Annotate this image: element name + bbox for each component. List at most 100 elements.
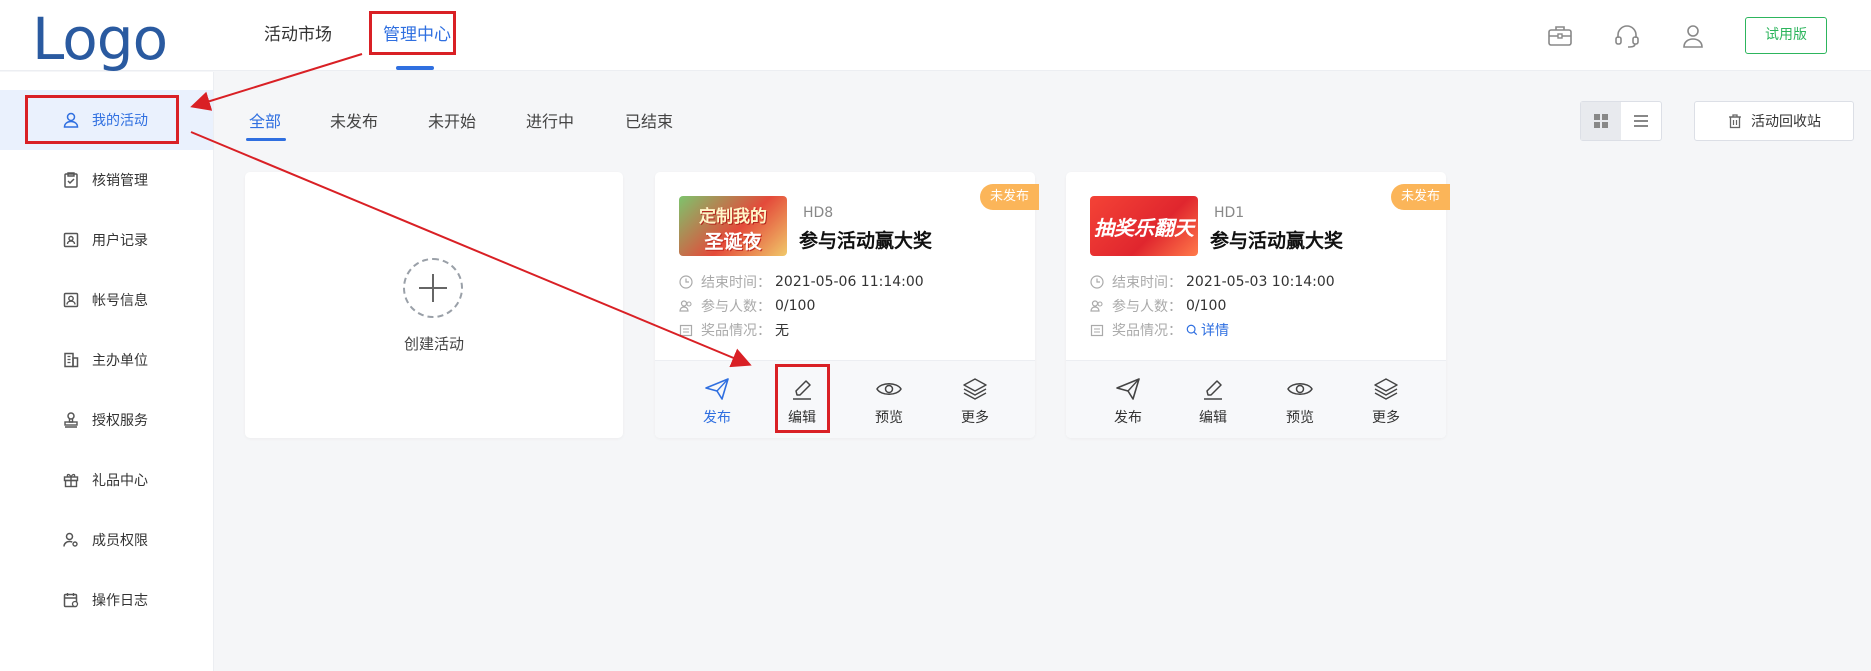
grid-view-button[interactable] (1581, 102, 1621, 140)
more-label: 更多 (1372, 410, 1400, 426)
preview-label: 预览 (875, 410, 903, 426)
sidebar-item-organizer[interactable]: 主办单位 (0, 330, 213, 390)
prize-details-label: 详情 (1201, 323, 1229, 339)
users-icon (679, 300, 692, 312)
paper-plane-icon (705, 378, 729, 400)
logo[interactable]: Logo (32, 4, 168, 74)
activity-card: 未发布 抽奖乐翻天 HD1 参与活动赢大奖 结束时间： 2021-05-03 1… (1066, 172, 1450, 438)
tab-in-progress[interactable]: 进行中 (526, 111, 574, 133)
id-card-icon (63, 292, 79, 308)
create-activity-card[interactable]: 创建活动 (245, 172, 623, 438)
activity-recycle-bin-button[interactable]: 活动回收站 (1694, 101, 1854, 141)
prize-label: 奖品情况： (1112, 323, 1182, 339)
participants-row: 参与人数： 0/100 (679, 296, 815, 316)
prize-row: 奖品情况： 详情 (1090, 320, 1229, 340)
headset-icon[interactable] (1613, 22, 1641, 50)
participants-value: 0/100 (1186, 298, 1227, 314)
card-actions: 发布 编辑 预览 更多 (655, 360, 1035, 438)
preview-button[interactable]: 预览 (859, 377, 919, 427)
sidebar-item-authorization[interactable]: 授权服务 (0, 390, 213, 450)
annotation-box-my-activities (25, 95, 179, 144)
end-time-label: 结束时间： (701, 275, 771, 291)
more-button[interactable]: 更多 (1356, 377, 1416, 427)
nav-activity-market[interactable]: 活动市场 (264, 24, 332, 46)
end-time-value: 2021-05-03 10:14:00 (1186, 274, 1335, 290)
annotation-box-management (369, 11, 456, 55)
prize-row: 奖品情况： 无 (679, 320, 789, 340)
user-gear-icon (63, 532, 78, 547)
activity-id: HD8 (803, 205, 834, 221)
users-icon (1090, 300, 1103, 312)
stamp-icon (64, 412, 78, 428)
briefcase-icon[interactable] (1546, 22, 1574, 50)
sidebar-item-account-info[interactable]: 帐号信息 (0, 270, 213, 330)
sidebar-item-member-permissions[interactable]: 成员权限 (0, 510, 213, 570)
sidebar-item-operation-log[interactable]: 操作日志 (0, 570, 213, 630)
tab-all[interactable]: 全部 (249, 111, 281, 133)
trial-version-button[interactable]: 试用版 (1745, 17, 1827, 54)
preview-button[interactable]: 预览 (1270, 377, 1330, 427)
activity-thumbnail[interactable]: 抽奖乐翻天 (1090, 196, 1198, 256)
prize-icon (679, 324, 693, 337)
top-header: Logo 活动市场 管理中心 试用版 (0, 0, 1871, 74)
user-account-icon[interactable] (1679, 22, 1707, 50)
tab-not-started[interactable]: 未开始 (428, 111, 476, 133)
grid-icon (1594, 114, 1608, 128)
nav-active-indicator (396, 66, 434, 70)
prize-value: 无 (775, 323, 789, 339)
tab-ended[interactable]: 已结束 (625, 111, 673, 133)
sidebar-item-label: 用户记录 (92, 233, 148, 249)
preview-label: 预览 (1286, 410, 1314, 426)
activity-title: 参与活动赢大奖 (799, 230, 933, 252)
list-view-button[interactable] (1621, 102, 1661, 140)
end-time-row: 结束时间： 2021-05-03 10:14:00 (1090, 272, 1335, 292)
end-time-value: 2021-05-06 11:14:00 (775, 274, 924, 290)
sidebar-item-user-records[interactable]: 用户记录 (0, 210, 213, 270)
thumbnail-line1: 抽奖乐翻天 (1094, 216, 1194, 240)
tab-unpublished[interactable]: 未发布 (330, 111, 378, 133)
activity-title: 参与活动赢大奖 (1210, 230, 1344, 252)
end-time-row: 结束时间： 2021-05-06 11:14:00 (679, 272, 924, 292)
layers-icon (963, 378, 987, 400)
view-toggle (1580, 101, 1662, 141)
user-card-icon (63, 232, 79, 248)
sidebar-item-label: 授权服务 (92, 413, 148, 429)
sidebar-item-gift-center[interactable]: 礼品中心 (0, 450, 213, 510)
eye-icon (876, 383, 902, 395)
sidebar-item-verification[interactable]: 核销管理 (0, 150, 213, 210)
annotation-box-edit (775, 364, 830, 433)
sidebar-item-label: 成员权限 (92, 533, 148, 549)
sidebar: 我的活动 核销管理 用户记录 帐号信息 主办单位 授权服务 礼品中心 成员权限 … (0, 72, 214, 671)
thumbnail-line1: 定制我的 (699, 207, 767, 227)
activity-thumbnail[interactable]: 定制我的 圣诞夜 (679, 196, 787, 256)
participants-value: 0/100 (775, 298, 816, 314)
clock-icon (679, 275, 693, 289)
gift-icon (63, 473, 79, 488)
list-icon (1634, 115, 1648, 127)
participants-row: 参与人数： 0/100 (1090, 296, 1226, 316)
publish-label: 发布 (1114, 410, 1142, 426)
edit-label: 编辑 (1199, 410, 1227, 426)
status-badge: 未发布 (1390, 184, 1450, 210)
calendar-log-icon (63, 593, 79, 608)
participants-label: 参与人数： (1112, 299, 1182, 315)
building-icon (64, 352, 79, 368)
recycle-bin-label: 活动回收站 (1751, 114, 1821, 130)
more-button[interactable]: 更多 (945, 377, 1005, 427)
publish-button[interactable]: 发布 (1098, 377, 1158, 427)
end-time-label: 结束时间： (1112, 275, 1182, 291)
prize-label: 奖品情况： (701, 323, 771, 339)
sidebar-item-label: 操作日志 (92, 593, 148, 609)
sidebar-item-label: 礼品中心 (92, 473, 148, 489)
activity-card: 未发布 定制我的 圣诞夜 HD8 参与活动赢大奖 结束时间： 2021-05-0… (655, 172, 1039, 438)
more-label: 更多 (961, 410, 989, 426)
clock-icon (1090, 275, 1104, 289)
publish-label: 发布 (703, 410, 731, 426)
prize-details-link[interactable]: 详情 (1186, 320, 1229, 340)
edit-button[interactable]: 编辑 (1183, 377, 1243, 427)
eye-icon (1287, 383, 1313, 395)
status-badge: 未发布 (979, 184, 1039, 210)
publish-button[interactable]: 发布 (687, 377, 747, 427)
activity-id: HD1 (1214, 205, 1245, 221)
sidebar-item-label: 帐号信息 (92, 293, 148, 309)
